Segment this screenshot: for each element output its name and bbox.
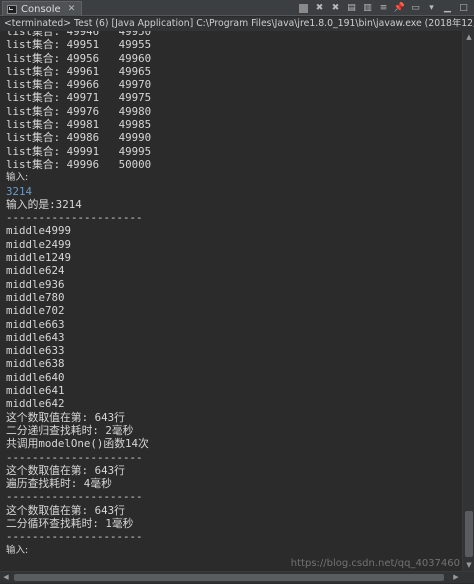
console-view-header: Console ✕ ✖ ✖ ▤ ▥ ≡ 📌 ▭ ▾ ▁ □	[0, 0, 474, 16]
console-line: list集合: 49961 49965	[6, 64, 152, 78]
console-line: 这个数取值在第: 643行	[6, 410, 125, 424]
console-line: list集合: 49981 49985	[6, 118, 152, 132]
scroll-down-arrow-icon[interactable]: ▼	[463, 559, 474, 571]
console-line: list集合: 49991 49995	[6, 144, 152, 158]
console-line: list集合: 49996 50000	[6, 157, 152, 171]
scroll-left-arrow-icon[interactable]: ◀	[0, 572, 12, 584]
remove-launch-icon[interactable]: ✖	[313, 2, 326, 14]
console-line: middle624	[6, 264, 65, 278]
console-line: middle643	[6, 330, 65, 344]
minimize-icon[interactable]: ▁	[441, 2, 454, 14]
console-line: middle702	[6, 304, 65, 318]
console-line: 二分循环查找耗时: 1毫秒	[6, 516, 134, 530]
console-line: ---------------------	[6, 490, 143, 504]
console-line: middle642	[6, 397, 65, 411]
console-lines: list集合: 49946 49950 list集合: 49951 49955 li…	[6, 31, 462, 557]
word-wrap-icon[interactable]: ≡	[377, 2, 390, 14]
console-line: middle638	[6, 357, 65, 371]
console-line: middle936	[6, 277, 65, 291]
console-line: middle780	[6, 290, 65, 304]
console-line: list集合: 49966 49970	[6, 78, 152, 92]
tab-console-label: Console	[21, 3, 61, 15]
display-console-icon[interactable]: ▭	[409, 2, 422, 14]
console-line: middle640	[6, 370, 65, 384]
console-line: ---------------------	[6, 211, 143, 225]
console-line: list集合: 49971 49975	[6, 91, 152, 105]
console-line: middle2499	[6, 237, 72, 251]
clear-console-icon[interactable]: ▤	[345, 2, 358, 14]
scroll-right-arrow-icon[interactable]: ▶	[450, 572, 462, 584]
scroll-lock-icon[interactable]: ▥	[361, 2, 374, 14]
console-line: middle663	[6, 317, 65, 331]
console-line: 这个数取值在第: 643行	[6, 503, 125, 517]
console-line: 输入:	[6, 544, 29, 556]
vertical-scroll-thumb[interactable]	[465, 511, 473, 557]
remove-all-icon[interactable]: ✖	[329, 2, 342, 14]
console-toolbar: ✖ ✖ ▤ ▥ ≡ 📌 ▭ ▾ ▁ □	[297, 1, 470, 15]
scroll-up-arrow-icon[interactable]: ▲	[463, 31, 474, 43]
console-line: list集合: 49951 49955	[6, 38, 152, 52]
console-line: middle1249	[6, 251, 72, 265]
console-line: ---------------------	[6, 530, 143, 544]
console-line: ---------------------	[6, 450, 143, 464]
process-status-line: <terminated> Test (6) [Java Application]…	[0, 17, 474, 31]
vertical-scrollbar[interactable]: ▲ ▼	[462, 31, 474, 571]
watermark-text: https://blog.csdn.net/qq_4037460	[290, 558, 460, 569]
close-icon[interactable]: ✕	[68, 4, 76, 14]
pin-console-icon[interactable]: 📌	[393, 2, 406, 14]
console-output[interactable]: list集合: 49946 49950 list集合: 49951 49955 li…	[0, 31, 462, 571]
terminate-icon[interactable]	[297, 2, 310, 14]
open-console-icon[interactable]: ▾	[425, 2, 438, 14]
tab-console[interactable]: Console ✕	[2, 1, 83, 16]
console-line: 输入:	[6, 172, 29, 184]
console-line: 输入的是:3214	[6, 197, 82, 211]
console-user-input-line: 3214	[6, 184, 33, 198]
console-line: list集合: 49956 49960	[6, 51, 152, 65]
console-line: 二分递归查找耗时: 2毫秒	[6, 423, 134, 437]
console-line: 这个数取值在第: 643行	[6, 463, 125, 477]
console-line: 共调用modelOne()函数14次	[6, 437, 149, 451]
console-line: 遍历查找耗时: 4毫秒	[6, 477, 112, 491]
console-line: middle641	[6, 384, 65, 398]
console-line: middle633	[6, 344, 65, 358]
console-line: list集合: 49986 49990	[6, 131, 152, 145]
console-line: list集合: 49976 49980	[6, 104, 152, 118]
console-line: middle4999	[6, 224, 72, 238]
console-icon	[7, 4, 17, 14]
horizontal-scroll-thumb[interactable]	[14, 574, 444, 581]
horizontal-scrollbar[interactable]: ◀ ▶	[0, 571, 474, 583]
maximize-icon[interactable]: □	[457, 2, 470, 14]
